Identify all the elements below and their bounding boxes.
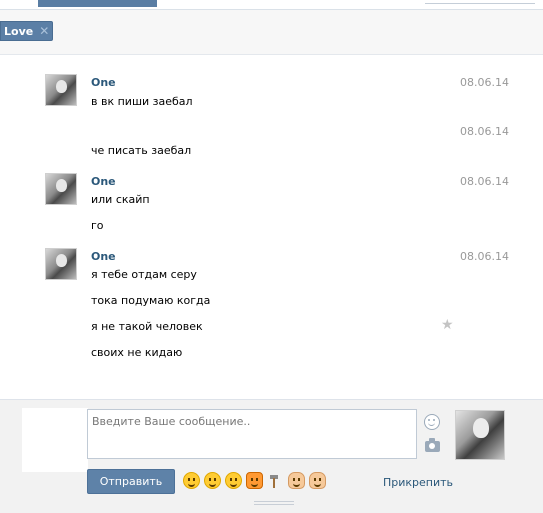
avatar[interactable] bbox=[45, 74, 77, 106]
recipient-avatar[interactable] bbox=[455, 410, 505, 460]
active-tab[interactable] bbox=[38, 0, 157, 7]
ok-hand-emoji-icon[interactable] bbox=[309, 472, 326, 489]
attach-link[interactable]: Прикрепить bbox=[383, 476, 453, 489]
message-date: 08.06.14 bbox=[460, 125, 509, 138]
avatar[interactable] bbox=[45, 173, 77, 205]
my-profile-photo-placeholder bbox=[22, 408, 88, 472]
camera-icon[interactable] bbox=[425, 438, 440, 452]
message-history: One 08.06.14 в вк пиши заебал 08.06.14 ч… bbox=[0, 56, 543, 398]
avatar[interactable] bbox=[45, 248, 77, 280]
star-icon[interactable]: ★ bbox=[441, 318, 454, 332]
smile-emoji-icon[interactable] bbox=[183, 472, 200, 489]
tab-right[interactable] bbox=[425, 0, 535, 4]
message-date: 08.06.14 bbox=[460, 76, 509, 89]
top-tab-strip bbox=[0, 0, 543, 10]
message-text: че писать заебал bbox=[91, 144, 192, 157]
filter-bar: Love ✕ bbox=[0, 10, 543, 55]
message-author[interactable]: One bbox=[91, 76, 116, 89]
filter-tag-label: Love bbox=[4, 24, 34, 38]
close-icon[interactable]: ✕ bbox=[39, 25, 49, 37]
smile-icon[interactable] bbox=[424, 414, 440, 430]
resize-handle[interactable] bbox=[254, 501, 294, 505]
filter-tag[interactable]: Love ✕ bbox=[0, 21, 53, 41]
quick-emoji-bar bbox=[183, 472, 326, 492]
tired-emoji-icon[interactable] bbox=[225, 472, 242, 489]
message-text: я тебе отдам серу bbox=[91, 268, 197, 281]
message-text: или скайп bbox=[91, 193, 150, 206]
laugh-emoji-icon[interactable] bbox=[204, 472, 221, 489]
message-input[interactable]: Введите Ваше сообщение.. bbox=[87, 409, 417, 459]
tiger-emoji-icon[interactable] bbox=[246, 472, 263, 489]
message-author[interactable]: One bbox=[91, 250, 116, 263]
message-date: 08.06.14 bbox=[460, 175, 509, 188]
message-author[interactable]: One bbox=[91, 175, 116, 188]
message-text: я не такой человек bbox=[91, 320, 203, 333]
hammer-emoji-icon[interactable] bbox=[267, 472, 284, 489]
message-text: своих не кидаю bbox=[91, 346, 183, 359]
send-button[interactable]: Отправить bbox=[87, 469, 175, 494]
message-date: 08.06.14 bbox=[460, 250, 509, 263]
message-text: го bbox=[91, 219, 104, 232]
message-text: в вк пиши заебал bbox=[91, 95, 193, 108]
message-composer: Введите Ваше сообщение.. Отправить Прикр… bbox=[0, 399, 543, 513]
pointing-finger-emoji-icon[interactable] bbox=[288, 472, 305, 489]
message-input-placeholder: Введите Ваше сообщение.. bbox=[92, 415, 251, 428]
message-text: тока подумаю когда bbox=[91, 294, 211, 307]
